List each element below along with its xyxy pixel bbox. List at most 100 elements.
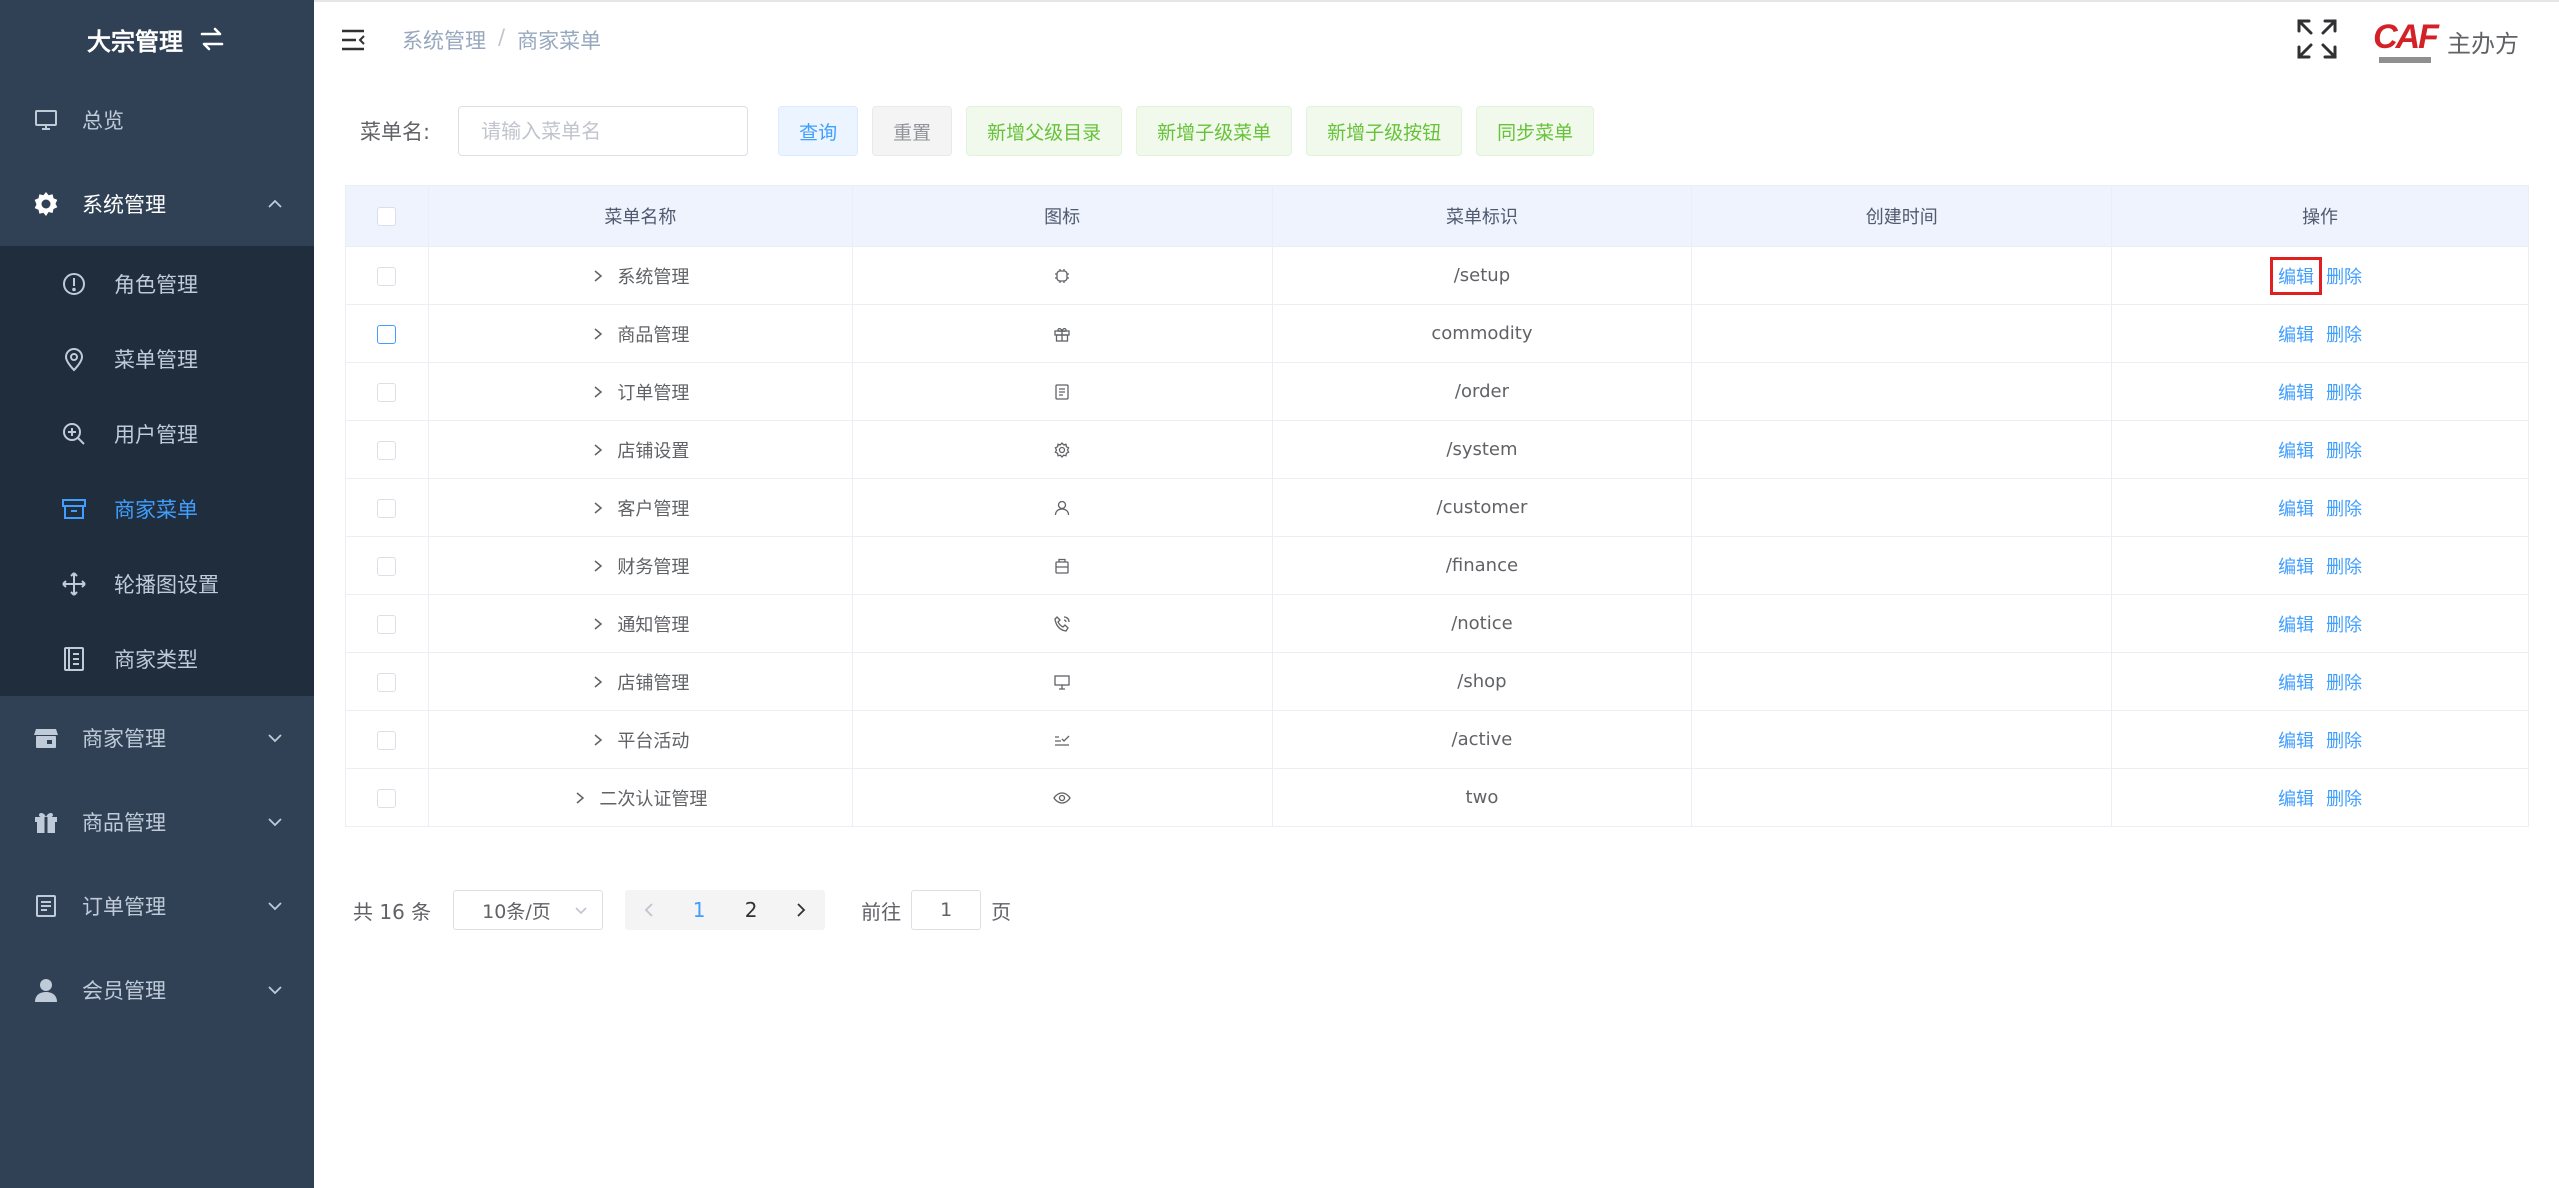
delete-link[interactable]: 删除: [2324, 611, 2364, 637]
sidebar-item-carousel[interactable]: 轮播图设置: [0, 546, 314, 621]
chevron-right-icon[interactable]: [591, 501, 605, 515]
header-right: CAF 主办方: [2295, 2, 2519, 80]
chevron-right-icon[interactable]: [573, 791, 587, 805]
row-checkbox[interactable]: [377, 730, 397, 750]
edit-link[interactable]: 编辑: [2276, 611, 2316, 637]
sidebar-item-merchant[interactable]: 商家管理: [0, 696, 314, 780]
chevron-right-icon: [797, 903, 806, 917]
operation-cell: 编辑 删除: [2111, 304, 2529, 363]
sidebar-item-orders[interactable]: 订单管理: [0, 864, 314, 948]
row-checkbox[interactable]: [377, 266, 397, 286]
sidebar-item-overview[interactable]: 总览: [0, 78, 314, 162]
edit-link[interactable]: 编辑: [2276, 379, 2316, 405]
row-checkbox[interactable]: [377, 614, 397, 634]
main-content: 菜单名: 查询 重置 新增父级目录 新增子级菜单 新增子级按钮 同步菜单 菜单名…: [314, 78, 2559, 1188]
sidebar-item-menus[interactable]: 菜单管理: [0, 321, 314, 396]
select-all-checkbox[interactable]: [377, 207, 397, 226]
chevron-down-icon: [268, 986, 282, 995]
menu-icon-cell: [851, 652, 1273, 711]
delete-link[interactable]: 删除: [2324, 321, 2364, 347]
sidebar-item-members[interactable]: 会员管理: [0, 948, 314, 1032]
edit-link[interactable]: 编辑: [2276, 727, 2316, 753]
prev-page-button[interactable]: [625, 890, 673, 930]
edit-link[interactable]: 编辑: [2270, 256, 2323, 295]
query-button[interactable]: 查询: [778, 106, 859, 156]
edit-link[interactable]: 编辑: [2276, 785, 2316, 811]
chevron-right-icon[interactable]: [591, 269, 605, 283]
switch-arrows-icon[interactable]: [197, 24, 227, 54]
page-number[interactable]: 2: [725, 890, 777, 930]
sidebar-item-users[interactable]: 用户管理: [0, 396, 314, 471]
sync-menu-button[interactable]: 同步菜单: [1476, 106, 1595, 156]
row-checkbox[interactable]: [377, 556, 397, 576]
delete-link[interactable]: 删除: [2324, 669, 2364, 695]
menu-icon-cell: [851, 594, 1273, 653]
breadcrumb-item[interactable]: 系统管理: [402, 25, 486, 55]
add-parent-directory-button[interactable]: 新增父级目录: [966, 106, 1123, 156]
menu-icon-cell: [851, 478, 1273, 537]
table-row: 二次认证管理 two 编辑 删除: [345, 768, 2529, 827]
operation-cell: 编辑 删除: [2111, 536, 2529, 595]
delete-link[interactable]: 删除: [2324, 727, 2364, 753]
row-checkbox[interactable]: [377, 324, 397, 344]
chevron-right-icon[interactable]: [591, 733, 605, 747]
hamburger-icon[interactable]: [340, 27, 366, 53]
delete-link[interactable]: 删除: [2324, 553, 2364, 579]
table-row: 店铺管理/shop 编辑 删除: [345, 652, 2529, 711]
page-number[interactable]: 1: [673, 890, 725, 930]
row-checkbox[interactable]: [377, 440, 397, 460]
operation-cell: 编辑 删除: [2111, 594, 2529, 653]
user-box[interactable]: CAF 主办方: [2373, 11, 2519, 71]
menu-name-input[interactable]: [458, 106, 749, 156]
row-checkbox[interactable]: [377, 382, 397, 402]
fullscreen-icon[interactable]: [2295, 17, 2339, 65]
menu-path-cell: /system: [1271, 420, 1693, 479]
edit-link[interactable]: 编辑: [2276, 669, 2316, 695]
operation-cell: 编辑 删除: [2111, 768, 2529, 827]
add-child-menu-button[interactable]: 新增子级菜单: [1136, 106, 1293, 156]
sidebar-item-merchant-type[interactable]: 商家类型: [0, 621, 314, 696]
menu-name-cell: 商品管理: [427, 304, 853, 363]
goto-page-input[interactable]: [911, 890, 982, 930]
menu-name-cell: 客户管理: [427, 478, 853, 537]
sidebar-item-system[interactable]: 系统管理: [0, 162, 314, 246]
delete-link[interactable]: 删除: [2324, 437, 2364, 463]
edit-link[interactable]: 编辑: [2276, 553, 2316, 579]
row-select-cell: [345, 594, 429, 653]
chevron-right-icon[interactable]: [591, 443, 605, 457]
chevron-right-icon[interactable]: [591, 675, 605, 689]
sidebar-item-merchant-menu[interactable]: 商家菜单: [0, 471, 314, 546]
table-row: 平台活动/active 编辑 删除: [345, 710, 2529, 769]
edit-link[interactable]: 编辑: [2276, 437, 2316, 463]
delete-link[interactable]: 删除: [2324, 785, 2364, 811]
created-time-cell: [1691, 710, 2113, 769]
delete-link[interactable]: 删除: [2324, 495, 2364, 521]
menu-icon-cell: [851, 710, 1273, 769]
menu-name: 店铺管理: [617, 672, 690, 694]
sidebar-item-roles[interactable]: 角色管理: [0, 246, 314, 321]
sidebar-item-goods[interactable]: 商品管理: [0, 780, 314, 864]
row-checkbox[interactable]: [377, 672, 397, 692]
delete-link[interactable]: 删除: [2324, 263, 2364, 289]
chevron-right-icon[interactable]: [591, 385, 605, 399]
menu-name: 通知管理: [617, 614, 690, 636]
menu-name: 店铺设置: [617, 440, 690, 462]
chevron-right-icon[interactable]: [591, 559, 605, 573]
edit-link[interactable]: 编辑: [2276, 495, 2316, 521]
page-size-select[interactable]: 10条/页: [453, 890, 604, 930]
chevron-left-icon: [644, 903, 653, 917]
row-checkbox[interactable]: [377, 788, 397, 808]
row-checkbox[interactable]: [377, 498, 397, 518]
next-page-button[interactable]: [777, 890, 825, 930]
pager: 1 2: [625, 890, 826, 930]
edit-link[interactable]: 编辑: [2276, 321, 2316, 347]
reset-button[interactable]: 重置: [872, 106, 953, 156]
row-select-cell: [345, 420, 429, 479]
menu-name: 系统管理: [617, 266, 690, 288]
add-child-button-button[interactable]: 新增子级按钮: [1306, 106, 1463, 156]
chevron-right-icon[interactable]: [591, 327, 605, 341]
chevron-right-icon[interactable]: [591, 617, 605, 631]
delete-link[interactable]: 删除: [2324, 379, 2364, 405]
box-icon: [60, 495, 88, 523]
menu-icon-cell: [851, 246, 1273, 305]
